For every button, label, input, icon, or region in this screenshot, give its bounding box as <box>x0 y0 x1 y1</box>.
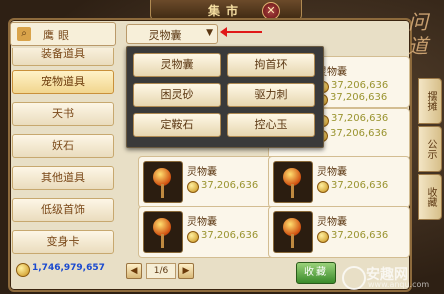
item-card[interactable]: 灵物囊 37,206,636 <box>268 156 410 208</box>
item-image <box>273 161 313 203</box>
item-card[interactable]: 灵物囊 37,206,636 <box>138 156 280 208</box>
category-item-active[interactable]: 宠物道具 <box>12 70 114 94</box>
search-label: 鹰眼 <box>43 29 73 42</box>
lantern-handle <box>291 184 294 198</box>
search-icon: ⌕ <box>17 27 31 41</box>
prev-page-button[interactable]: ◀ <box>126 263 142 279</box>
item-price: 37,206,636 <box>331 230 389 241</box>
item-image <box>273 211 313 253</box>
gold-coin-icon <box>317 181 329 193</box>
category-item[interactable]: 其他道具 <box>12 166 114 190</box>
side-tab-notice[interactable]: 公示 <box>418 126 442 172</box>
item-name: 灵物囊 <box>187 217 217 228</box>
watermark-url: www.anqu.com <box>368 280 430 289</box>
item-price: 37,206,636 <box>201 180 259 191</box>
favorite-button[interactable]: 收藏 <box>296 262 336 284</box>
item-price: 37,206,636 <box>331 180 389 191</box>
category-item[interactable]: 变身卡 <box>12 230 114 254</box>
search-button[interactable]: ⌕ 鹰眼 <box>10 22 116 46</box>
close-icon: ✕ <box>266 4 276 17</box>
arrow-left-icon <box>220 27 227 37</box>
item-price: 37,206,636 <box>330 92 388 103</box>
lantern-handle <box>291 234 294 248</box>
dropdown-option[interactable]: 灵物囊 <box>133 53 221 77</box>
dropdown-option[interactable]: 定鞍石 <box>133 113 221 137</box>
category-item[interactable]: 妖石 <box>12 134 114 158</box>
red-arrow-annotation <box>220 27 262 37</box>
filter-dropdown-menu: 灵物囊 拘首环 困灵砂 驱力刺 定鞍石 控心玉 <box>126 46 324 148</box>
coin-balance: 1,746,979,657 <box>16 262 114 278</box>
lantern-handle <box>161 234 164 248</box>
chevron-down-icon: ▼ <box>206 28 213 38</box>
item-name: 灵物囊 <box>187 167 217 178</box>
item-card[interactable]: 灵物囊 37,206,636 <box>268 206 410 258</box>
next-page-button[interactable]: ▶ <box>178 263 194 279</box>
item-name: 灵物囊 <box>317 217 347 228</box>
arrow-line <box>226 31 262 33</box>
logo-glyph: 问道 <box>408 10 428 58</box>
game-screen: 集市 ✕ ⌕ 鹰眼 装备道具 宠物道具 天书 妖石 其他道具 低级首饰 变身卡 … <box>0 0 444 294</box>
watermark: 安趣网 www.anqu.com <box>340 262 444 294</box>
gold-coin-icon <box>187 181 199 193</box>
dropdown-option[interactable]: 控心玉 <box>227 113 315 137</box>
item-price: 37,206,636 <box>330 128 388 139</box>
item-price: 37,206,636 <box>331 113 389 124</box>
gold-coin-icon <box>187 231 199 243</box>
category-item[interactable]: 低级首饰 <box>12 198 114 222</box>
category-item[interactable]: 天书 <box>12 102 114 126</box>
dropdown-option[interactable]: 困灵砂 <box>133 83 221 107</box>
side-tab-favorite[interactable]: 收藏 <box>418 174 442 220</box>
filter-selected: 灵物囊 <box>148 29 182 42</box>
dropdown-option[interactable]: 驱力刺 <box>227 83 315 107</box>
sidebar: ⌕ 鹰眼 装备道具 宠物道具 天书 妖石 其他道具 低级首饰 变身卡 <box>10 22 116 254</box>
gold-coin-icon <box>16 263 30 277</box>
category-item[interactable]: 装备道具 <box>12 48 114 66</box>
item-price: 37,206,636 <box>331 80 389 91</box>
item-price: 37,206,636 <box>201 230 259 241</box>
lantern-handle <box>161 184 164 198</box>
coin-amount: 1,746,979,657 <box>32 263 105 273</box>
game-logo: 问道 <box>408 2 442 66</box>
item-card[interactable]: 灵物囊 37,206,636 <box>138 206 280 258</box>
item-image <box>143 161 183 203</box>
item-image <box>143 211 183 253</box>
side-tab-stall[interactable]: 摆摊 <box>418 78 442 124</box>
dropdown-option[interactable]: 拘首环 <box>227 53 315 77</box>
category-list: 装备道具 宠物道具 天书 妖石 其他道具 低级首饰 变身卡 <box>10 48 116 274</box>
gold-coin-icon <box>317 231 329 243</box>
item-name: 灵物囊 <box>317 167 347 178</box>
filter-dropdown[interactable]: 灵物囊 ▼ <box>126 24 218 44</box>
page-indicator: 1/6 <box>146 263 176 279</box>
watermark-logo-icon <box>342 266 366 290</box>
pagination: ◀ 1/6 ▶ <box>126 262 194 280</box>
